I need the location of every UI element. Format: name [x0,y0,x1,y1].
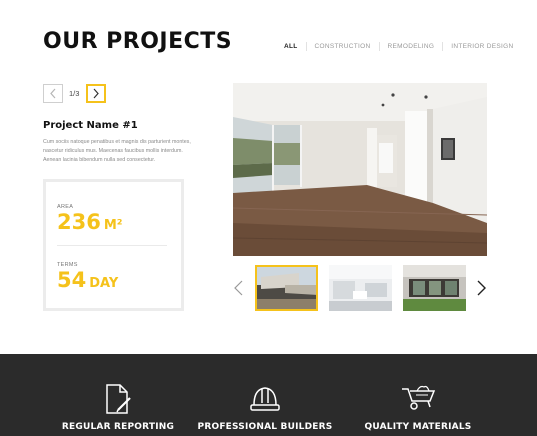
gallery-thumbnail-2[interactable] [329,265,392,311]
project-stats-card: AREA 236 M² TERMS 54 DAY [43,179,184,311]
project-pager: 1/3 [43,84,106,103]
features-footer: REGULAR REPORTING PROFESSIONAL BUILDERS … [0,354,537,436]
wheelbarrow-icon [400,383,436,416]
prev-project-button[interactable] [43,84,63,103]
gallery-prev-button[interactable] [231,279,245,297]
page-title: OUR PROJECTS [43,29,233,54]
gallery-thumbnail-3[interactable] [403,265,466,311]
feature-label: PROFESSIONAL BUILDERS [197,422,333,432]
filter-remodeling[interactable]: REMODELING [388,43,435,50]
gallery-next-button[interactable] [474,279,488,297]
feature-regular-reporting: REGULAR REPORTING [48,354,188,436]
area-unit: M² [103,218,123,233]
terms-number: 54 [57,268,87,292]
feature-professional-builders: PROFESSIONAL BUILDERS [195,354,335,436]
stats-divider [57,245,167,246]
feature-label: REGULAR REPORTING [61,422,175,432]
filter-all[interactable]: ALL [284,43,298,50]
filter-interior-design[interactable]: INTERIOR DESIGN [451,43,513,50]
category-filters: ALL CONSTRUCTION REMODELING INTERIOR DES… [284,42,514,51]
filter-divider [442,42,444,51]
filter-divider [305,42,307,51]
hard-hat-icon [249,383,281,418]
feature-label: QUALITY MATERIALS [364,422,472,432]
feature-quality-materials: QUALITY MATERIALS [348,354,488,436]
project-counter: 1/3 [69,89,80,98]
gallery-thumbnail-1[interactable] [255,265,318,311]
document-edit-icon [104,383,132,420]
filter-divider [378,42,380,51]
project-main-photo [233,83,487,256]
project-name: Project Name #1 [43,120,138,131]
chevron-right-icon [477,280,486,296]
terms-value: 54 DAY [57,268,118,292]
filter-construction[interactable]: CONSTRUCTION [315,43,371,50]
next-project-button[interactable] [86,84,106,103]
chevron-left-icon [233,280,242,296]
chevron-left-icon [50,88,56,99]
area-number: 236 [57,210,101,234]
project-description: Cum sociis natoque penatibus et magnis d… [43,139,191,163]
chevron-right-icon [93,88,99,99]
area-value: 236 M² [57,210,122,234]
terms-unit: DAY [89,276,119,291]
